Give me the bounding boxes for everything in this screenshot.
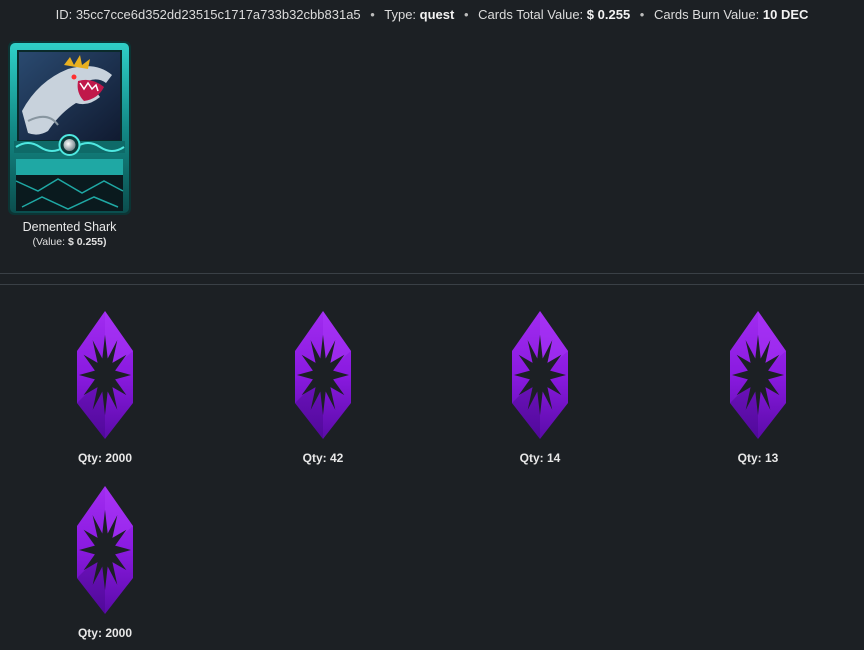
card-value-amount: $ 0.255): [67, 236, 107, 248]
id-value: 35cc7cce6d352dd23515c1717a733b32cbb831a5: [75, 7, 361, 22]
reward-item[interactable]: Qty: 14: [475, 311, 605, 465]
reward-qty: Qty: 2000: [40, 451, 170, 465]
reward-summary-header: ID: 35cc7cce6d352dd23515c1717a733b32cbb8…: [0, 6, 864, 24]
qty-label: Qty:: [302, 451, 327, 465]
card-item[interactable]: Demented Shark (Value: $ 0.255): [7, 41, 132, 249]
card-value-label: (Value:: [32, 236, 66, 248]
burn-value-label: Cards Burn Value:: [653, 7, 760, 22]
divider: [0, 273, 864, 274]
card-name: Demented Shark: [22, 220, 117, 234]
qty-value: 2000: [105, 626, 133, 640]
potion-icon: [512, 311, 568, 439]
reward-item[interactable]: Qty: 42: [258, 311, 388, 465]
qty-label: Qty:: [519, 451, 544, 465]
potion-icon: [77, 486, 133, 614]
type-value: quest: [419, 7, 455, 22]
reward-qty: Qty: 42: [258, 451, 388, 465]
reward-item[interactable]: Qty: 2000: [40, 486, 170, 640]
separator: •: [463, 7, 469, 22]
potion-icon: [295, 311, 351, 439]
qty-value: 13: [764, 451, 779, 465]
reward-item[interactable]: Qty: 2000: [40, 311, 170, 465]
card-value: (Value: $ 0.255): [7, 235, 132, 249]
qty-value: 42: [329, 451, 344, 465]
separator: •: [639, 7, 645, 22]
qty-label: Qty:: [737, 451, 762, 465]
reward-qty: Qty: 13: [693, 451, 823, 465]
qty-value: 2000: [105, 451, 133, 465]
burn-value: 10 DEC: [762, 7, 809, 22]
demented-shark-card-image[interactable]: [8, 41, 131, 215]
reward-qty: Qty: 2000: [40, 626, 170, 640]
potion-icon: [730, 311, 786, 439]
qty-label: Qty:: [77, 626, 102, 640]
separator: •: [370, 7, 375, 22]
reward-item[interactable]: Qty: 13: [693, 311, 823, 465]
total-value-label: Cards Total Value:: [478, 7, 584, 22]
type-label: Type:: [384, 7, 417, 22]
reward-page: ID: 35cc7cce6d352dd23515c1717a733b32cbb8…: [0, 0, 864, 650]
total-value: $ 0.255: [586, 7, 631, 22]
reward-qty: Qty: 14: [475, 451, 605, 465]
id-label: ID:: [55, 7, 73, 22]
potion-icon: [77, 311, 133, 439]
qty-label: Qty:: [77, 451, 102, 465]
qty-value: 14: [546, 451, 561, 465]
divider: [0, 284, 864, 285]
